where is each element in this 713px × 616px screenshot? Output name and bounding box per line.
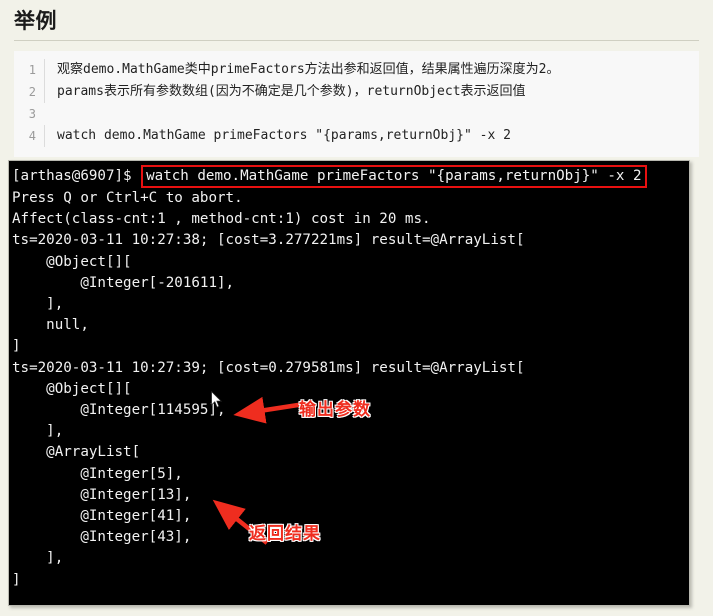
code-line-number: 4 bbox=[28, 129, 36, 143]
code-line: 4 watch demo.MathGame primeFactors "{par… bbox=[14, 125, 699, 147]
code-line-number: 2 bbox=[28, 85, 36, 99]
code-line: 3 bbox=[14, 103, 699, 125]
terminal-window[interactable]: [arthas@6907]$ watch demo.MathGame prime… bbox=[8, 160, 690, 606]
terminal-line: @Integer[-201611], bbox=[12, 274, 235, 291]
terminal-line: ts=2020-03-11 10:27:39; [cost=0.279581ms… bbox=[12, 359, 525, 376]
annotation-label-output-params: 输出参数 bbox=[299, 400, 371, 420]
terminal-line: @Object[][ bbox=[12, 253, 132, 270]
page-header: 举例 bbox=[0, 0, 713, 34]
terminal-line: Affect(class-cnt:1 , method-cnt:1) cost … bbox=[12, 211, 431, 228]
highlighted-command: watch demo.MathGame primeFactors "{param… bbox=[141, 165, 647, 188]
terminal-line: ], bbox=[12, 550, 64, 567]
terminal-line: ts=2020-03-11 10:27:38; [cost=3.277221ms… bbox=[12, 232, 525, 249]
code-line-number: 1 bbox=[28, 63, 36, 77]
code-line-number: 3 bbox=[28, 107, 36, 121]
page-root: 举例 1 观察demo.MathGame类中primeFactors方法出参和返… bbox=[0, 0, 713, 616]
header-divider bbox=[14, 40, 699, 41]
code-line-text: params表示所有参数数组(因为不确定是几个参数)，returnObject表… bbox=[44, 81, 699, 103]
terminal-line: ] bbox=[12, 338, 21, 355]
terminal-line: Press Q or Ctrl+C to abort. bbox=[12, 190, 243, 206]
terminal-line: @Integer[5], bbox=[12, 465, 183, 482]
code-line-text: watch demo.MathGame primeFactors "{param… bbox=[44, 125, 699, 147]
terminal-prompt-line: [arthas@6907]$ watch demo.MathGame prime… bbox=[12, 165, 689, 188]
code-block: 1 观察demo.MathGame类中primeFactors方法出参和返回值，… bbox=[14, 51, 699, 157]
terminal-line: @ArrayList[ bbox=[12, 444, 141, 461]
code-line-text: 观察demo.MathGame类中primeFactors方法出参和返回值，结果… bbox=[44, 59, 699, 81]
terminal-line: ], bbox=[12, 296, 64, 313]
code-line: 2 params表示所有参数数组(因为不确定是几个参数)，returnObjec… bbox=[14, 81, 699, 103]
terminal-output: [arthas@6907]$ watch demo.MathGame prime… bbox=[9, 161, 689, 605]
terminal-line: ] bbox=[12, 571, 21, 588]
terminal-line: @Integer[43], bbox=[12, 529, 192, 546]
annotation-label-return-result: 返回结果 bbox=[249, 524, 321, 544]
code-line: 1 观察demo.MathGame类中primeFactors方法出参和返回值，… bbox=[14, 59, 699, 81]
terminal-prompt: [arthas@6907]$ bbox=[12, 168, 141, 184]
terminal-line: @Integer[41], bbox=[12, 508, 192, 525]
terminal-line: null, bbox=[12, 317, 89, 334]
terminal-line: @Integer[13], bbox=[12, 486, 192, 503]
terminal-line: ], bbox=[12, 423, 64, 440]
page-title: 举例 bbox=[14, 9, 57, 33]
